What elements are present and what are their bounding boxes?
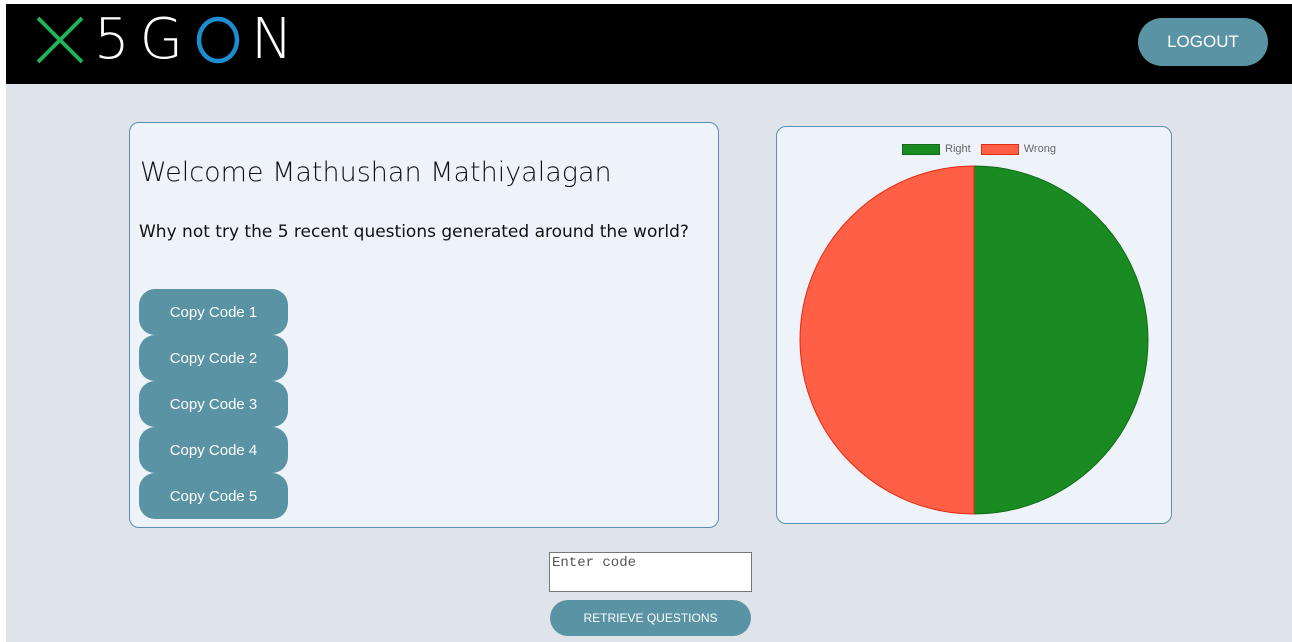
welcome-heading: Welcome Mathushan Mathiyalagan [140,157,612,188]
logo-o-icon [196,16,240,64]
copy-code-3-button[interactable]: Copy Code 3 [139,381,288,427]
copy-code-1-button[interactable]: Copy Code 1 [139,289,288,335]
legend-label-right: Right [945,143,971,155]
legend-swatch-right [902,143,941,155]
retrieve-questions-button[interactable]: RETRIEVE QUESTIONS [550,600,751,636]
logout-button[interactable]: LOGOUT [1138,18,1268,66]
welcome-card: Welcome Mathushan Mathiyalagan Why not t… [129,122,719,528]
results-chart-card: Right Wrong [776,126,1172,524]
pie-slice-right[interactable] [973,165,1149,515]
legend-item-right[interactable]: Right [902,143,971,155]
logo-letter-g: G [139,7,194,72]
copy-code-2-button[interactable]: Copy Code 2 [139,335,288,381]
copy-code-5-button[interactable]: Copy Code 5 [139,473,288,519]
legend-item-wrong[interactable]: Wrong [980,143,1056,155]
page: 5 G N LOGOUT Welcome Mathushan Mathiyala… [6,4,1292,642]
welcome-prompt: Why not try the 5 recent questions gener… [139,222,689,242]
copy-code-4-button[interactable]: Copy Code 4 [139,427,288,473]
chart-legend: Right Wrong [777,143,1171,155]
header-bar: 5 G N LOGOUT [6,4,1292,84]
legend-label-wrong: Wrong [1023,143,1056,155]
results-pie-chart [799,165,1149,515]
x5gon-logo[interactable]: 5 G N [32,10,303,70]
code-input[interactable] [549,552,752,592]
legend-swatch-wrong [980,143,1019,155]
pie-slice-wrong[interactable] [799,165,975,515]
logo-letter-n: N [251,7,303,72]
logo-letter-5: 5 [94,7,140,72]
logo-x-icon [36,16,84,64]
